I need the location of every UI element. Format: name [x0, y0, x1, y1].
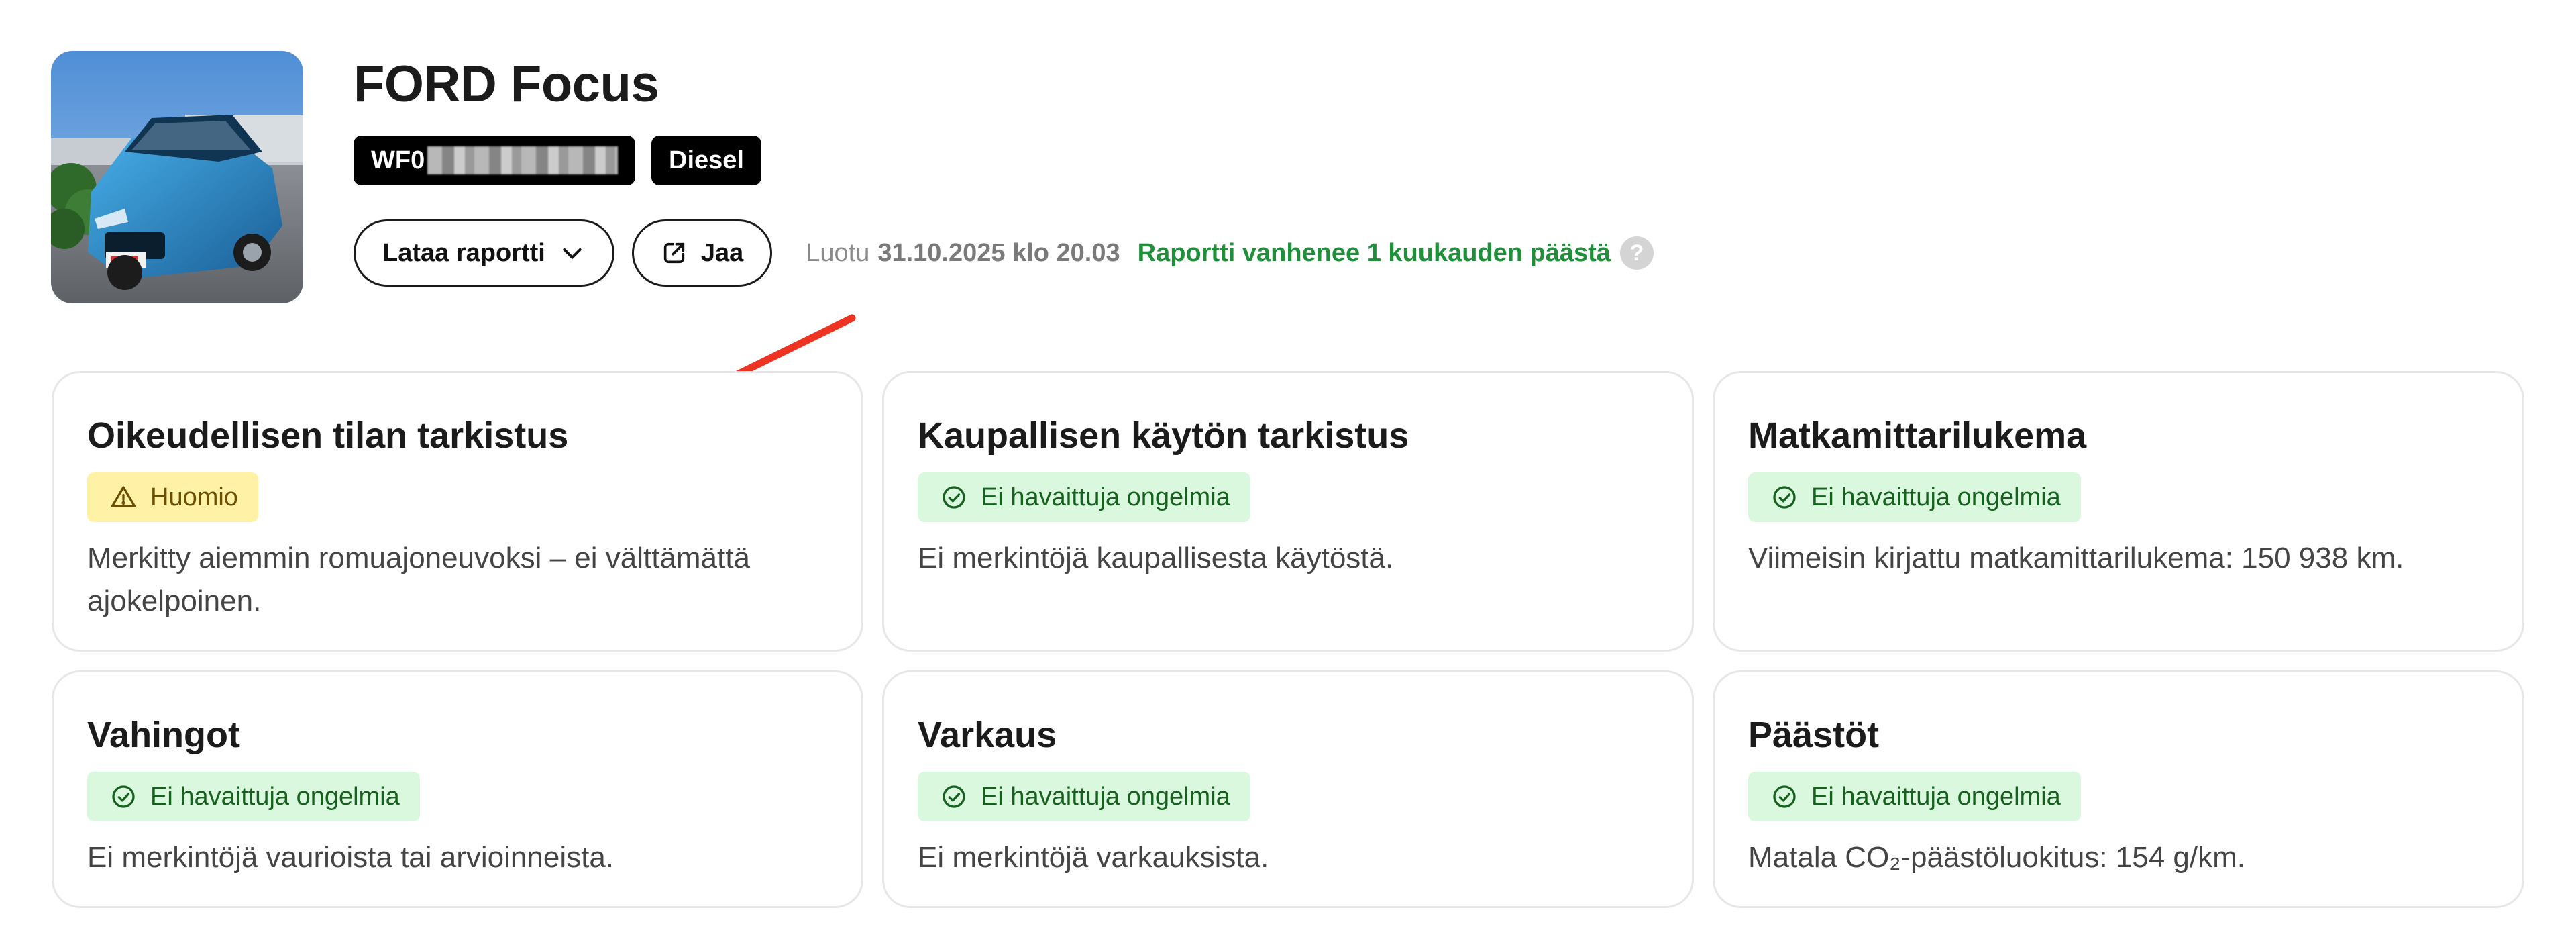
status-badge: Ei havaittuja ongelmia	[1748, 772, 2081, 821]
vehicle-tags: WF0 Diesel	[354, 136, 761, 185]
card-description: Matala CO₂-päästöluokitus: 154 g/km.	[1748, 841, 2245, 874]
share-icon	[663, 242, 684, 264]
fuel-tag: Diesel	[651, 136, 761, 185]
status-label: Huomio	[150, 483, 238, 511]
created-date: 31.10.2025 klo 20.03	[877, 238, 1120, 267]
card-title: Matkamittarilukema	[1748, 415, 2087, 456]
report-meta: Luotu 31.10.2025 klo 20.03 Raportti vanh…	[806, 236, 1654, 270]
card-description: Ei merkintöjä kaupallisesta käytöstä.	[918, 542, 1394, 574]
status-label: Ei havaittuja ongelmia	[150, 782, 400, 811]
card-emissions: Päästöt Ei havaittuja ongelmia Matala CO…	[1713, 670, 2524, 908]
question-icon[interactable]: ?	[1619, 236, 1654, 270]
card-legal-status: Oikeudellisen tilan tarkistus Huomio Mer…	[52, 371, 863, 652]
warning-triangle-icon	[111, 486, 136, 507]
check-circle-icon	[112, 785, 135, 808]
status-badge: Ei havaittuja ongelmia	[87, 772, 420, 821]
status-badge: Ei havaittuja ongelmia	[918, 772, 1250, 821]
expiry-text: Raportti vanhenee 1 kuukauden päästä	[1137, 238, 1611, 267]
status-badge: Ei havaittuja ongelmia	[1748, 472, 2081, 522]
vin-tag: WF0	[354, 136, 635, 185]
status-label: Ei havaittuja ongelmia	[1811, 782, 2061, 811]
card-commercial-use: Kaupallisen käytön tarkistus Ei havaittu…	[882, 371, 1694, 652]
card-description: Viimeisin kirjattu matkamittarilukema: 1…	[1748, 542, 2404, 574]
card-title: Varkaus	[918, 715, 1057, 755]
share-button[interactable]: Jaa	[631, 219, 773, 287]
download-report-label: Lataa raportti	[382, 238, 545, 267]
card-title: Oikeudellisen tilan tarkistus	[87, 415, 569, 456]
report-page: FORD Focus WF0 Diesel Lataa raportti Jaa…	[0, 0, 2576, 951]
check-circle-icon	[1773, 785, 1796, 808]
share-label: Jaa	[700, 238, 744, 267]
download-report-button[interactable]: Lataa raportti	[354, 219, 614, 287]
card-title: Vahingot	[87, 715, 240, 755]
card-odometer: Matkamittarilukema Ei havaittuja ongelmi…	[1713, 371, 2524, 652]
card-damages: Vahingot Ei havaittuja ongelmia Ei merki…	[52, 670, 863, 908]
status-badge: Huomio	[87, 472, 258, 522]
status-label: Ei havaittuja ongelmia	[981, 483, 1230, 511]
vin-redacted	[427, 146, 618, 174]
vehicle-title: FORD Focus	[354, 56, 659, 113]
status-label: Ei havaittuja ongelmia	[981, 782, 1230, 811]
car-photo	[51, 51, 303, 303]
vin-prefix: WF0	[371, 146, 425, 174]
status-badge: Ei havaittuja ongelmia	[918, 472, 1250, 522]
action-row: Lataa raportti Jaa Luotu 31.10.2025 klo …	[354, 219, 1654, 287]
check-circle-icon	[1773, 486, 1796, 509]
card-description: Ei merkintöjä varkauksista.	[918, 841, 1269, 874]
card-title: Päästöt	[1748, 715, 1880, 755]
card-theft: Varkaus Ei havaittuja ongelmia Ei merkin…	[882, 670, 1694, 908]
status-label: Ei havaittuja ongelmia	[1811, 483, 2061, 511]
chevron-down-icon	[563, 248, 582, 259]
check-circle-icon	[943, 486, 965, 509]
card-description: Merkitty aiemmin romuajoneuvoksi – ei vä…	[87, 542, 750, 617]
created-label: Luotu	[806, 238, 870, 267]
card-title: Kaupallisen käytön tarkistus	[918, 415, 1409, 456]
card-description: Ei merkintöjä vaurioista tai arvioinneis…	[87, 841, 614, 874]
check-circle-icon	[943, 785, 965, 808]
